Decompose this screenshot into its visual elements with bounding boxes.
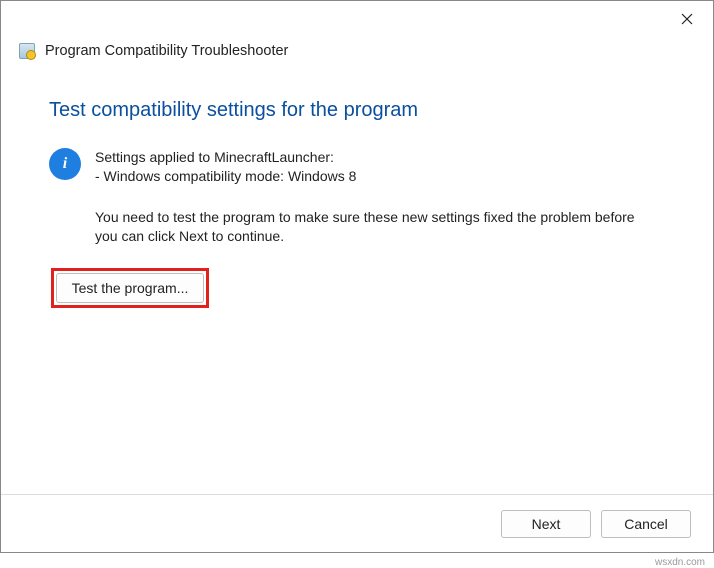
close-icon (681, 13, 693, 25)
watermark-text: wsxdn.com (655, 557, 705, 568)
window-title: Program Compatibility Troubleshooter (45, 43, 288, 59)
compat-mode-line: - Windows compatibility mode: Windows 8 (95, 167, 356, 186)
info-row: i Settings applied to MinecraftLauncher:… (49, 148, 665, 186)
dialog-window: Program Compatibility Troubleshooter Tes… (0, 0, 714, 553)
content-area: Test compatibility settings for the prog… (1, 69, 713, 494)
close-button[interactable] (671, 5, 703, 33)
info-icon: i (49, 148, 81, 180)
titlebar (1, 1, 713, 37)
header-row: Program Compatibility Troubleshooter (1, 37, 713, 69)
settings-applied-line: Settings applied to MinecraftLauncher: (95, 148, 356, 167)
troubleshooter-icon (19, 43, 35, 59)
instruction-text: You need to test the program to make sur… (95, 208, 655, 246)
highlight-annotation: Test the program... (51, 268, 209, 308)
cancel-button[interactable]: Cancel (601, 510, 691, 538)
dialog-footer: Next Cancel (1, 494, 713, 552)
page-heading: Test compatibility settings for the prog… (49, 99, 665, 122)
test-program-button[interactable]: Test the program... (56, 273, 204, 303)
info-text: Settings applied to MinecraftLauncher: -… (95, 148, 356, 186)
next-button[interactable]: Next (501, 510, 591, 538)
